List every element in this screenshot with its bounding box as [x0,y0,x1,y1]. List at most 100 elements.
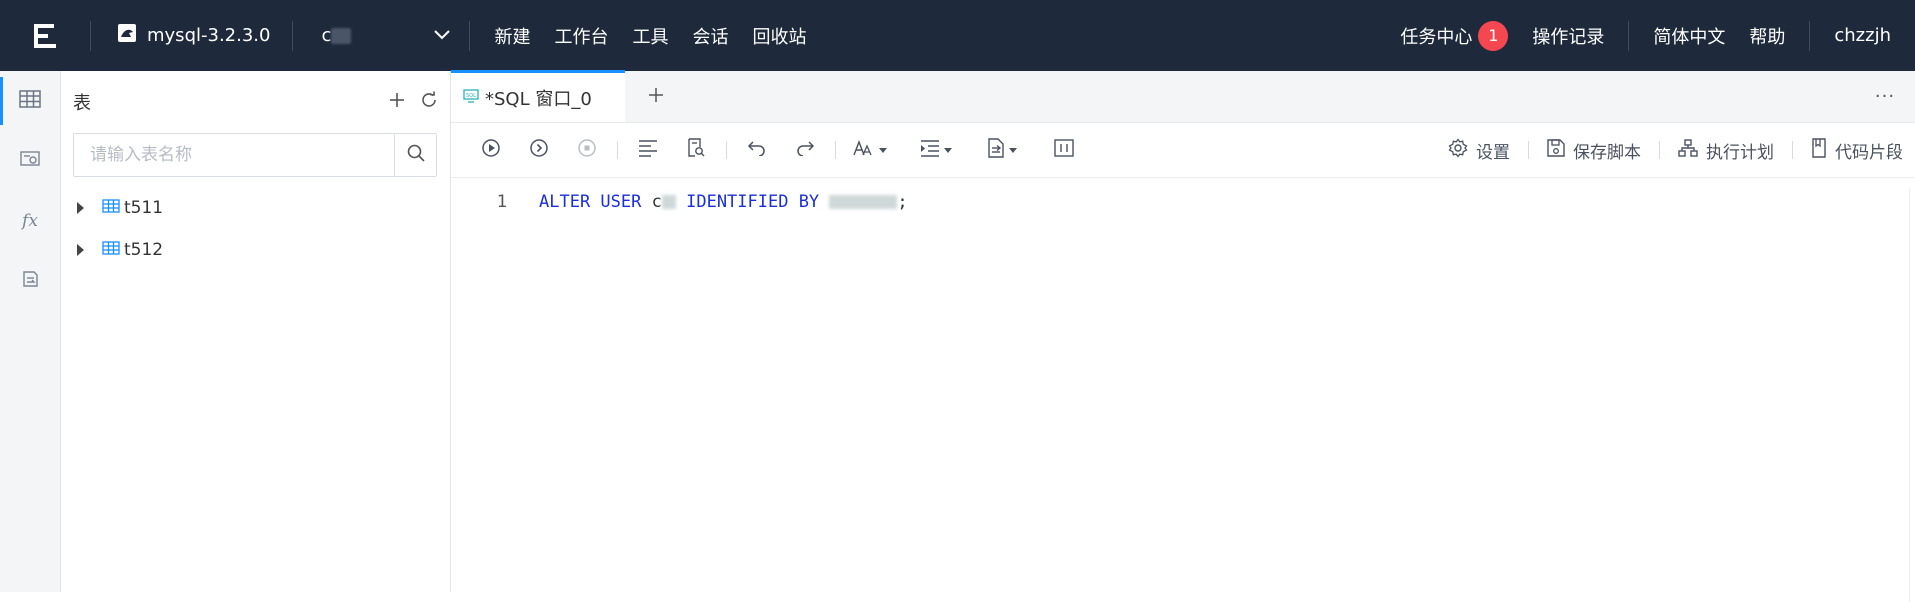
add-table-icon[interactable] [388,91,406,113]
rail-functions[interactable]: fx [0,191,60,251]
run-selected-button[interactable] [515,130,563,170]
split-panel-icon [1054,139,1074,161]
table-tree: t511 t512 [61,177,450,271]
dolphin-icon [117,23,137,48]
svg-text:SQL: SQL [466,93,476,99]
tree-item-table[interactable]: t511 [61,187,450,229]
undo-button[interactable] [733,130,781,170]
indent-icon [920,139,940,161]
app-logo-icon[interactable] [0,0,90,71]
nav-tools[interactable]: 工具 [632,23,668,49]
caret-down-icon [1009,142,1017,158]
play-circle-icon [481,138,501,162]
add-tab-button[interactable] [625,70,687,122]
view-icon [20,151,40,171]
undo-icon [747,140,767,160]
nav-workbench[interactable]: 工作台 [554,23,608,49]
indent-dropdown[interactable] [908,130,964,170]
table-name: t512 [124,240,164,260]
save-icon [1547,138,1565,162]
settings-label: 设置 [1476,142,1510,163]
case-dropdown[interactable] [842,130,898,170]
database-selector[interactable]: c [293,25,469,46]
help-link[interactable]: 帮助 [1749,23,1809,49]
table-search-input[interactable] [74,134,394,176]
file-dropdown[interactable] [974,130,1030,170]
sql-terminator: ; [897,192,908,212]
save-script-button[interactable]: 保存脚本 [1529,138,1659,163]
tab-label: *SQL 窗口_0 [485,88,592,110]
task-center-label: 任务中心 [1400,26,1473,48]
align-left-icon [638,139,658,161]
object-type-rail: fx [0,71,61,592]
username: chzzjh [1834,25,1891,46]
execution-plan-button[interactable]: 执行计划 [1660,138,1792,163]
expand-caret-icon[interactable] [77,202,84,214]
table-icon [102,198,120,218]
rail-procedures[interactable] [0,251,60,311]
redo-icon [795,140,815,160]
refresh-icon[interactable] [420,91,438,113]
redacted-text [331,28,352,44]
font-case-icon [853,140,875,160]
caret-down-icon [879,142,887,158]
line-number: 1 [496,192,507,212]
step-circle-icon [529,138,549,162]
editor-tabbar: SQL *SQL 窗口_0 ··· [451,70,1915,123]
sql-keyword: ALTER USER [539,192,642,212]
more-menu-icon[interactable]: ··· [1855,70,1915,122]
sql-window-icon: SQL [463,87,479,108]
redo-button[interactable] [781,130,829,170]
nav-sessions[interactable]: 会话 [692,23,728,49]
database-label-text: c [321,25,332,46]
sql-identifier-text: c [651,192,662,212]
code-editor[interactable]: 1 ALTER USER c IDENTIFIED BY ; [451,188,1915,602]
table-name: t511 [124,198,164,218]
run-button[interactable] [467,130,515,170]
language-switch[interactable]: 简体中文 [1629,23,1749,49]
divider [835,141,836,159]
code-text: ALTER USER c IDENTIFIED BY ; [507,192,908,212]
panel-header: 表 [61,71,450,133]
search-button[interactable] [394,134,436,176]
rail-tables[interactable] [0,71,60,131]
connection-selector[interactable]: mysql-3.2.3.0 [91,23,292,48]
code-line: 1 ALTER USER c IDENTIFIED BY ; [451,188,1915,216]
nav-new[interactable]: 新建 [494,23,530,49]
tab-sql-window[interactable]: SQL *SQL 窗口_0 [451,70,625,122]
tree-item-table[interactable]: t512 [61,229,450,271]
code-snippet-button[interactable]: 代码片段 [1793,137,1915,163]
bookmark-icon [1811,137,1827,163]
rail-views[interactable] [0,131,60,191]
hierarchy-icon [1678,138,1698,162]
vertical-scrollbar[interactable] [1909,188,1915,602]
sql-keyword: IDENTIFIED BY [686,192,820,212]
panel-title: 表 [73,93,91,114]
task-center[interactable]: 任务中心 1 [1376,20,1532,51]
settings-button[interactable]: 设置 [1430,137,1528,163]
top-bar: mysql-3.2.3.0 c 新建 工作台 工具 会话 回收站 任务中心 1 … [0,0,1915,71]
panel-actions [388,91,438,113]
divider [617,141,618,159]
find-button[interactable] [672,130,720,170]
operation-log-link[interactable]: 操作记录 [1532,23,1628,49]
editor-area: SQL *SQL 窗口_0 ··· 设置 保存脚本 执行计划 代码片段 1 AL… [451,70,1915,602]
database-label: c [321,25,352,46]
document-search-icon [686,138,706,162]
user-menu[interactable]: chzzjh [1810,25,1915,46]
divider [726,141,727,159]
toolbar-right-actions: 设置 保存脚本 执行计划 代码片段 [1430,137,1915,163]
nav-recycle-bin[interactable]: 回收站 [752,23,806,49]
operation-log-label: 操作记录 [1532,26,1605,48]
help-label: 帮助 [1749,26,1786,48]
panel-toggle-button[interactable] [1040,130,1088,170]
plus-icon [647,81,665,111]
code-snippet-label: 代码片段 [1835,142,1903,163]
redacted-text [829,195,898,209]
gear-icon [1448,137,1468,163]
connection-label: mysql-3.2.3.0 [147,25,271,46]
expand-caret-icon[interactable] [77,244,84,256]
stop-button[interactable] [563,130,611,170]
file-export-icon [987,138,1005,162]
format-button[interactable] [624,130,672,170]
